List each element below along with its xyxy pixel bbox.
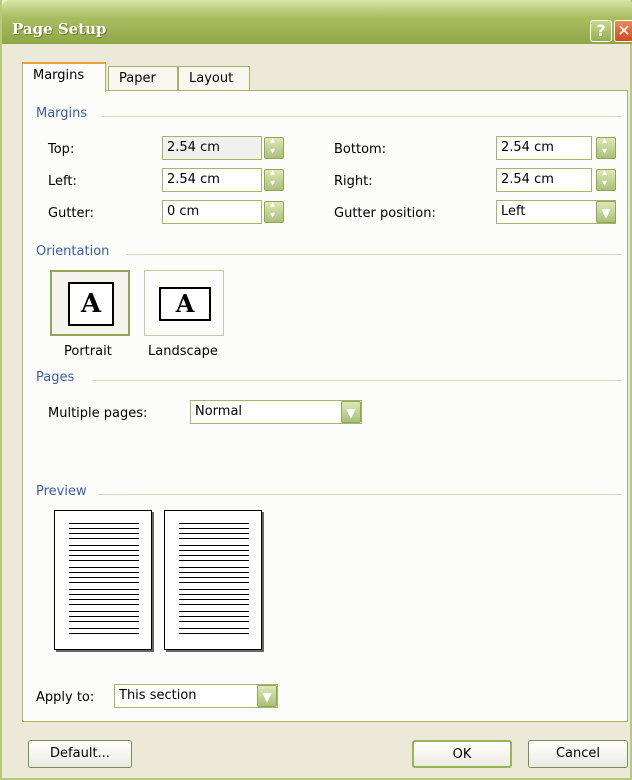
bottom-label: Bottom:: [334, 142, 387, 157]
margins-section-title: Margins: [36, 106, 88, 121]
left-label: Left:: [48, 174, 77, 189]
pages-section-divider: [92, 380, 622, 381]
preview-page-left: [54, 510, 152, 650]
top-label: Top:: [48, 142, 75, 157]
title-bar[interactable]: Page Setup ? ✕: [2, 0, 632, 44]
right-spin-icon[interactable]: [596, 167, 616, 191]
orientation-section-title: Orientation: [36, 244, 110, 259]
margins-section-divider: [102, 116, 622, 117]
gutter-label: Gutter:: [48, 206, 95, 221]
gutter-position-value: Left: [501, 204, 526, 219]
top-margin-value: 2.54 cm: [167, 140, 220, 155]
multiple-pages-label: Multiple pages:: [48, 406, 148, 421]
portrait-page-icon: A: [68, 282, 114, 326]
landscape-page-icon: A: [159, 287, 211, 321]
gutter-spin-icon[interactable]: [264, 199, 284, 223]
portrait-label: Portrait: [64, 344, 112, 359]
right-margin-input[interactable]: 2.54 cm: [496, 168, 592, 192]
page-setup-dialog: Page Setup ? ✕ Margins Paper Layout Marg…: [0, 0, 632, 780]
preview-section-title: Preview: [36, 484, 87, 499]
apply-to-select[interactable]: This section: [114, 684, 278, 708]
multiple-pages-value: Normal: [195, 404, 243, 419]
landscape-option[interactable]: A: [144, 270, 224, 336]
gutter-value: 0 cm: [167, 204, 200, 219]
right-margin-value: 2.54 cm: [501, 172, 554, 187]
portrait-option[interactable]: A: [50, 270, 130, 336]
multiple-pages-select[interactable]: Normal: [190, 400, 362, 424]
ok-button[interactable]: OK: [412, 740, 512, 768]
left-margin-value: 2.54 cm: [167, 172, 220, 187]
landscape-label: Landscape: [148, 344, 218, 359]
pages-section-title: Pages: [36, 370, 75, 385]
bottom-margin-value: 2.54 cm: [501, 140, 554, 155]
left-margin-input[interactable]: 2.54 cm: [162, 168, 262, 192]
bottom-margin-input[interactable]: 2.54 cm: [496, 136, 592, 160]
apply-to-value: This section: [119, 688, 197, 703]
cancel-button[interactable]: Cancel: [528, 740, 628, 768]
preview-section-divider: [98, 494, 622, 495]
tab-margins[interactable]: Margins: [22, 62, 106, 92]
tab-paper-label: Paper: [119, 71, 156, 86]
gutter-input[interactable]: 0 cm: [162, 200, 262, 224]
preview-page-right: [164, 510, 262, 650]
tab-paper[interactable]: Paper: [108, 66, 178, 92]
close-icon[interactable]: ✕: [614, 20, 632, 42]
gutter-position-dropdown-icon[interactable]: ▼: [596, 201, 616, 223]
cancel-button-label: Cancel: [555, 746, 601, 761]
apply-to-dropdown-icon[interactable]: ▼: [257, 685, 277, 707]
orientation-section-divider: [126, 254, 622, 255]
ok-button-label: OK: [452, 747, 472, 762]
apply-to-label: Apply to:: [36, 690, 95, 705]
right-label: Right:: [334, 174, 373, 189]
default-button[interactable]: Default...: [28, 740, 132, 768]
left-spin-icon[interactable]: [264, 167, 284, 191]
gutter-position-label: Gutter position:: [334, 206, 436, 221]
window-title: Page Setup: [12, 20, 107, 38]
bottom-spin-icon[interactable]: [596, 135, 616, 159]
tab-layout[interactable]: Layout: [178, 66, 250, 92]
help-icon[interactable]: ?: [590, 20, 612, 42]
tab-margins-label: Margins: [33, 68, 85, 83]
top-margin-input[interactable]: 2.54 cm: [162, 136, 262, 160]
default-button-label: Default...: [50, 746, 110, 761]
top-spin-icon[interactable]: [264, 135, 284, 159]
tab-layout-label: Layout: [189, 71, 234, 86]
multiple-pages-dropdown-icon[interactable]: ▼: [341, 401, 361, 423]
